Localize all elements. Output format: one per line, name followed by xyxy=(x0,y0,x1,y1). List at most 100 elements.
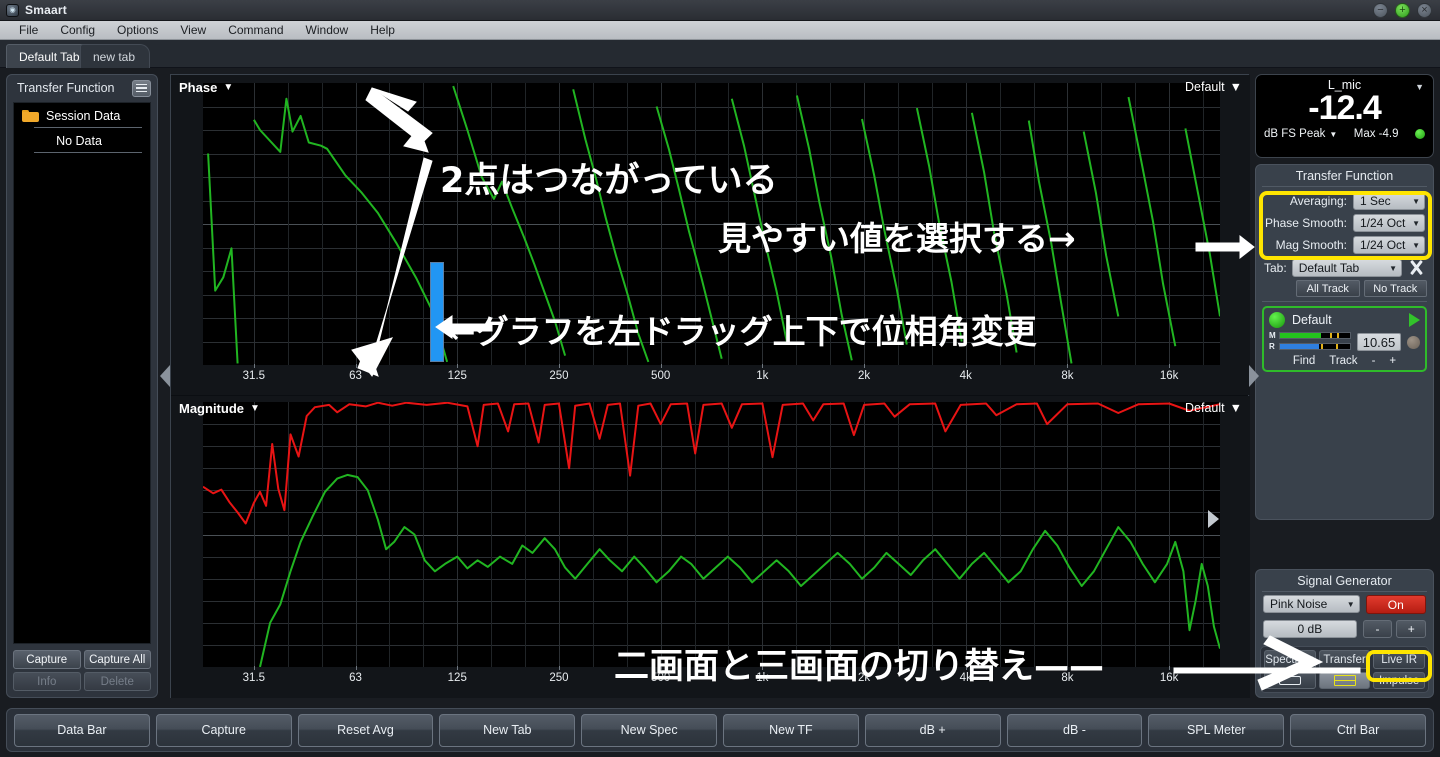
x-axis-tick-label: 2k xyxy=(857,370,871,382)
capture-button-row: Capture Capture All xyxy=(13,650,151,669)
list-item-no-data: No Data xyxy=(14,128,150,153)
level-bars: M R xyxy=(1269,331,1351,353)
track-card-default[interactable]: Default M R 10.65 Find Track - + xyxy=(1262,306,1427,372)
view-layout-icons: Impulse xyxy=(1264,672,1426,689)
new-spec-button[interactable]: New Spec xyxy=(581,713,717,747)
menu-bar: File Config Options View Command Window … xyxy=(0,21,1440,40)
chevron-down-icon[interactable]: ▼ xyxy=(1415,82,1424,92)
x-axis-tick-label: 1k xyxy=(756,370,769,382)
anno-drag-phase: ←グラフを左ドラッグ上下で位相角変更 xyxy=(448,312,1037,351)
transfer-function-panel: Transfer Function Averaging: 1 Sec ▼ Pha… xyxy=(1255,164,1434,520)
delay-plus-button[interactable]: + xyxy=(1389,355,1396,367)
x-axis-tick xyxy=(253,666,255,670)
window-controls: − + × xyxy=(1373,3,1432,18)
measurement-bar-line: M xyxy=(1269,331,1351,340)
play-icon[interactable] xyxy=(1409,313,1420,327)
generator-on-button[interactable]: On xyxy=(1365,595,1426,614)
noise-row: Pink Noise ▼ On xyxy=(1256,592,1433,617)
track-knob-icon[interactable] xyxy=(1407,335,1420,349)
delete-button[interactable]: Delete xyxy=(83,672,151,691)
x-axis-tick xyxy=(762,364,764,368)
menu-item-help[interactable]: Help xyxy=(359,21,406,39)
impulse-label: Impulse xyxy=(1379,674,1420,687)
chevron-down-icon: ▼ xyxy=(1346,599,1355,609)
chevron-down-icon: ▼ xyxy=(1412,240,1420,250)
magnitude-play-arrow[interactable] xyxy=(1208,510,1219,528)
magnitude-trace-selector[interactable]: Default ▼ xyxy=(1185,401,1242,415)
chevron-down-icon: ▼ xyxy=(1329,129,1338,139)
close-button[interactable]: × xyxy=(1417,3,1432,18)
no-track-button[interactable]: No Track xyxy=(1363,280,1427,297)
level-minus-button[interactable]: - xyxy=(1362,620,1393,638)
menu-item-view[interactable]: View xyxy=(169,21,217,39)
capture-button[interactable]: Capture xyxy=(13,650,81,669)
scroll-left-arrow[interactable] xyxy=(160,365,170,387)
find-button[interactable]: Find xyxy=(1293,355,1315,367)
input-meter[interactable]: L_mic ▼ -12.4 dB FS Peak ▼ Max -4.9 xyxy=(1255,74,1434,158)
reset-avg-button[interactable]: Reset Avg xyxy=(297,713,434,747)
x-axis-tick xyxy=(253,364,255,368)
hamburger-menu-icon[interactable] xyxy=(132,79,151,97)
impulse-button[interactable]: Impulse xyxy=(1373,672,1426,689)
x-axis-tick xyxy=(965,364,967,368)
generator-level-field[interactable]: 0 dB xyxy=(1263,620,1357,638)
delay-value[interactable]: 10.65 xyxy=(1357,333,1401,351)
chevron-down-icon: ▼ xyxy=(250,403,260,414)
capture-all-button[interactable]: Capture All xyxy=(83,650,151,669)
track-name: Default xyxy=(1292,313,1332,327)
spl-meter-button[interactable]: SPL Meter xyxy=(1148,713,1285,747)
menu-item-config[interactable]: Config xyxy=(49,21,106,39)
phase-x-axis: 31.5 63 125 250 500 1k 2k 4k 8k 16k xyxy=(203,364,1220,389)
maximize-button[interactable]: + xyxy=(1395,3,1410,18)
minimize-button[interactable]: − xyxy=(1373,3,1388,18)
track-active-icon[interactable] xyxy=(1269,312,1285,328)
db-minus-button[interactable]: dB - xyxy=(1006,713,1143,747)
mag-smooth-dropdown[interactable]: 1/24 Oct ▼ xyxy=(1353,236,1425,254)
menu-item-command[interactable]: Command xyxy=(217,21,294,39)
phase-trace-selector[interactable]: Default ▼ xyxy=(1185,80,1242,94)
db-plus-button[interactable]: dB + xyxy=(864,713,1001,747)
r-bar-track[interactable] xyxy=(1279,343,1351,350)
single-pane-layout-icon[interactable] xyxy=(1264,672,1316,689)
tab-transfer[interactable]: Transfer xyxy=(1318,650,1371,669)
two-pane-layout-icon[interactable] xyxy=(1318,672,1371,689)
magnitude-plot-title[interactable]: Magnitude ▼ xyxy=(179,401,260,416)
tab-dropdown[interactable]: Default Tab ▼ xyxy=(1291,259,1402,277)
new-tf-button[interactable]: New TF xyxy=(722,713,859,747)
x-axis-tick xyxy=(1169,666,1171,670)
averaging-dropdown[interactable]: 1 Sec ▼ xyxy=(1353,192,1425,210)
tools-icon[interactable] xyxy=(1407,259,1427,277)
track-button[interactable]: Track xyxy=(1329,355,1357,367)
meter-unit-selector[interactable]: dB FS Peak ▼ xyxy=(1264,128,1337,140)
m-bar-track[interactable] xyxy=(1279,332,1351,339)
tab-live-ir[interactable]: Live IR xyxy=(1373,650,1426,669)
x-axis-tick xyxy=(457,666,459,670)
ctrl-bar-button[interactable]: Ctrl Bar xyxy=(1290,713,1426,747)
delay-minus-button[interactable]: - xyxy=(1372,355,1376,367)
level-plus-button[interactable]: + xyxy=(1396,620,1427,638)
x-axis-tick-label: 8k xyxy=(1061,370,1074,382)
sidebar-title: Transfer Function xyxy=(17,81,115,95)
list-item-session-data[interactable]: Session Data xyxy=(14,103,150,128)
tab-spectrum[interactable]: Spectrum xyxy=(1264,650,1316,669)
tab-new-tab[interactable]: new tab xyxy=(80,44,151,68)
phase-plot-title[interactable]: Phase ▼ xyxy=(179,80,233,95)
info-button[interactable]: Info xyxy=(13,672,81,691)
menu-item-file[interactable]: File xyxy=(8,21,49,39)
x-axis-tick-label: 250 xyxy=(549,370,569,382)
phase-smooth-dropdown[interactable]: 1/24 Oct ▼ xyxy=(1353,214,1425,232)
menu-item-window[interactable]: Window xyxy=(295,21,360,39)
capture-toolbar-button[interactable]: Capture xyxy=(155,713,292,747)
menu-item-options[interactable]: Options xyxy=(106,21,169,39)
sidebar-buttons: Capture Capture All Info Delete xyxy=(7,644,157,697)
x-axis-tick-label: 125 xyxy=(447,672,467,684)
scroll-right-arrow[interactable] xyxy=(1249,365,1259,387)
all-track-button[interactable]: All Track xyxy=(1296,280,1360,297)
chevron-down-icon: ▼ xyxy=(1412,196,1420,206)
tab-value: Default Tab xyxy=(1298,261,1360,275)
title-bar: ◉ Smaart − + × xyxy=(0,0,1440,21)
data-bar-button[interactable]: Data Bar xyxy=(14,713,150,747)
magnitude-plot[interactable]: 15129630-3-6-9-12-1580604020 xyxy=(203,402,1220,667)
new-tab-button[interactable]: New Tab xyxy=(439,713,576,747)
noise-type-dropdown[interactable]: Pink Noise ▼ xyxy=(1263,595,1360,613)
